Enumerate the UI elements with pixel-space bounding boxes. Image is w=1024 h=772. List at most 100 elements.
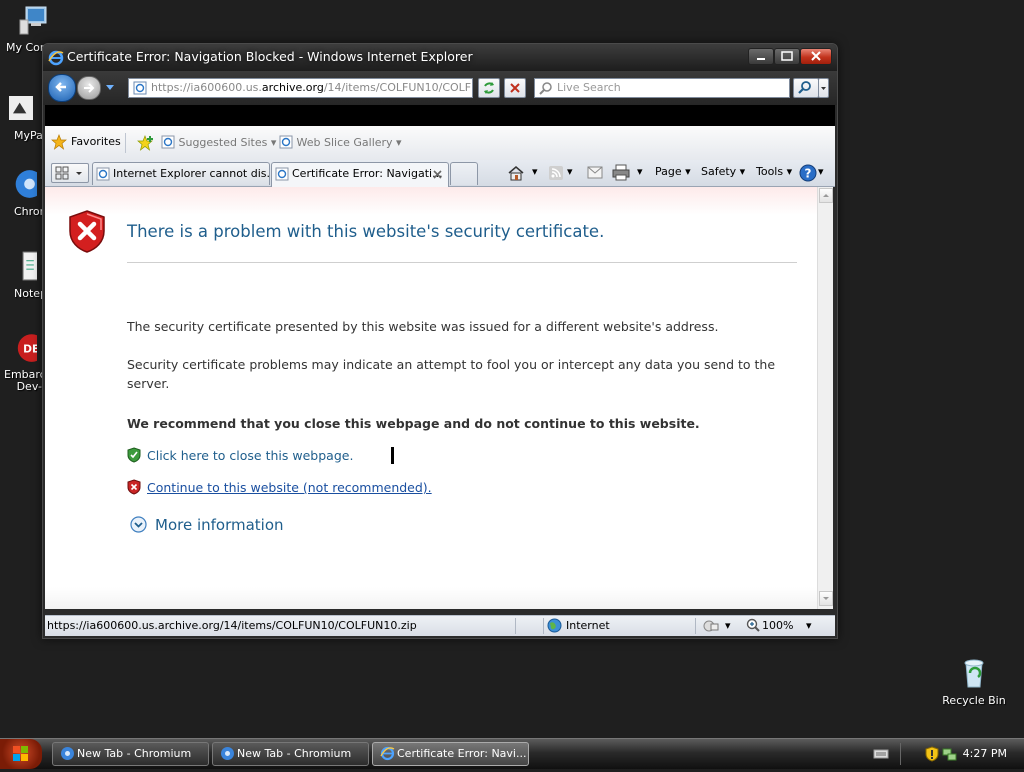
network-icon[interactable] xyxy=(942,746,958,762)
embarcadero-icon: DE xyxy=(17,334,46,362)
help-icon[interactable]: ? xyxy=(799,164,817,182)
chevron-down-icon xyxy=(823,597,829,600)
read-mail-icon[interactable] xyxy=(587,166,603,179)
zoom-level[interactable]: 100% xyxy=(762,616,793,635)
start-button[interactable] xyxy=(0,739,42,769)
search-button[interactable] xyxy=(793,78,819,98)
taskbar-internet-explorer[interactable]: Certificate Error: Navi... xyxy=(372,742,529,766)
close-tab-icon[interactable] xyxy=(432,169,443,180)
more-information-link[interactable]: More information xyxy=(155,516,284,534)
tab-label: Certificate Error: Navigati... xyxy=(292,167,443,180)
close-window-button[interactable] xyxy=(800,48,832,65)
refresh-button[interactable] xyxy=(478,78,500,98)
divider xyxy=(127,262,797,263)
ie-page-icon xyxy=(161,135,175,149)
ie-window: Certificate Error: Navigation Blocked - … xyxy=(42,43,838,639)
clock[interactable]: 4:27 PM xyxy=(963,747,1007,760)
back-arrow-icon xyxy=(55,82,66,92)
desktop-icon-label: MyPa xyxy=(14,129,43,142)
history-dropdown-icon[interactable] xyxy=(105,84,115,92)
home-dropdown-icon[interactable]: ▾ xyxy=(532,165,538,178)
address-domain: archive.org xyxy=(261,81,324,94)
page-menu-label: Page xyxy=(655,165,682,178)
safety-menu[interactable]: Safety ▾ xyxy=(701,165,745,178)
taskbar-chromium-2[interactable]: New Tab - Chromium xyxy=(212,742,369,766)
continue-to-website-link[interactable]: Continue to this website (not recommende… xyxy=(147,480,432,495)
recommendation-text: We recommend that you close this webpage… xyxy=(127,416,700,431)
web-slice-gallery-link[interactable]: Web Slice Gallery ▾ xyxy=(279,135,402,149)
desktop-icon-notepad[interactable]: Notep xyxy=(0,250,48,300)
stop-button[interactable] xyxy=(504,78,526,98)
paragraph-certificate-mismatch: The security certificate presented by th… xyxy=(127,319,719,334)
suggested-sites-link[interactable]: Suggested Sites ▾ xyxy=(161,135,276,149)
recycle-bin-icon xyxy=(964,659,984,688)
address-bar[interactable]: https://ia600600.us.archive.org/14/items… xyxy=(128,78,473,98)
back-button[interactable] xyxy=(48,74,76,102)
new-tab-button[interactable] xyxy=(450,162,478,185)
notepad-icon xyxy=(22,251,39,281)
zoom-dropdown-icon[interactable]: ▾ xyxy=(806,616,812,635)
expand-more-icon[interactable] xyxy=(130,516,147,533)
taskbar-chromium-1[interactable]: New Tab - Chromium xyxy=(52,742,209,766)
tools-menu[interactable]: Tools ▾ xyxy=(756,165,792,178)
rss-feed-icon[interactable] xyxy=(548,165,564,181)
tray-divider xyxy=(900,743,901,765)
forward-button[interactable] xyxy=(77,76,101,100)
ie-page-icon xyxy=(279,135,293,149)
scroll-down-button[interactable] xyxy=(819,591,833,606)
status-bar: https://ia600600.us.archive.org/14/items… xyxy=(45,615,835,636)
desktop-icon-recycle-bin[interactable]: Recycle Bin xyxy=(942,657,1006,707)
desktop-icon-label: Notep xyxy=(14,287,48,300)
red-shield-icon xyxy=(127,479,141,495)
favorites-bar: Favorites Suggested Sites ▾ Web Slice Ga… xyxy=(45,126,835,161)
print-dropdown-icon[interactable]: ▾ xyxy=(637,165,643,178)
keyboard-icon[interactable] xyxy=(873,748,889,760)
scroll-up-button[interactable] xyxy=(819,188,833,203)
status-divider xyxy=(515,618,516,634)
status-url: https://ia600600.us.archive.org/14/items… xyxy=(47,619,417,632)
close-webpage-link[interactable]: Click here to close this webpage. xyxy=(147,448,353,463)
internet-zone-icon xyxy=(547,618,562,633)
address-prefix: https://ia600600.us. xyxy=(151,81,262,94)
title-bar[interactable]: Certificate Error: Navigation Blocked - … xyxy=(43,44,837,71)
protected-mode-dropdown-icon[interactable]: ▾ xyxy=(725,616,731,635)
vertical-scrollbar[interactable] xyxy=(817,187,833,609)
tab-certificate-error[interactable]: Certificate Error: Navigati... xyxy=(271,162,449,187)
chromium-icon xyxy=(221,747,234,760)
page-heading: There is a problem with this website's s… xyxy=(127,222,605,241)
home-icon[interactable] xyxy=(507,165,525,181)
print-icon[interactable] xyxy=(612,164,630,181)
status-divider xyxy=(695,618,696,634)
ie-logo-icon xyxy=(48,50,64,66)
green-shield-icon xyxy=(127,447,141,463)
protected-mode-icon[interactable] xyxy=(703,618,719,633)
taskbar: New Tab - Chromium New Tab - Chromium Ce… xyxy=(0,738,1024,769)
security-zone-label: Internet xyxy=(566,619,610,632)
ie-logo-icon xyxy=(380,746,395,761)
taskbar-button-label: New Tab - Chromium xyxy=(77,747,192,760)
page-content: There is a problem with this website's s… xyxy=(45,187,817,609)
desktop-icon-chromium[interactable]: Chrom xyxy=(0,168,51,218)
taskbar-button-label: New Tab - Chromium xyxy=(237,747,352,760)
desktop-icon-embarcadero[interactable]: DE Embarc Dev- xyxy=(0,331,46,393)
tab-label: Internet Explorer cannot dis... xyxy=(113,167,270,180)
add-favorite-icon[interactable] xyxy=(137,135,155,151)
search-placeholder: Live Search xyxy=(557,81,621,94)
desktop-icon-label: Embarc Dev- xyxy=(4,368,46,393)
tab-ie-cannot-display[interactable]: Internet Explorer cannot dis... xyxy=(92,162,270,185)
zoom-icon[interactable] xyxy=(746,618,760,632)
search-input[interactable]: Live Search xyxy=(534,78,790,98)
desktop-icon-label: Chrom xyxy=(14,205,51,218)
maximize-button[interactable] xyxy=(774,48,800,65)
help-dropdown-icon[interactable]: ▾ xyxy=(818,165,824,178)
page-menu[interactable]: Page ▾ xyxy=(655,165,691,178)
quick-tabs-button[interactable] xyxy=(51,163,89,183)
minimize-button[interactable] xyxy=(748,48,774,65)
feed-dropdown-icon[interactable]: ▾ xyxy=(567,165,573,178)
favorites-button[interactable]: Favorites xyxy=(49,132,121,152)
security-center-icon[interactable] xyxy=(925,746,939,762)
desktop-icon-mypa[interactable]: MyPa xyxy=(0,92,43,142)
search-provider-icon xyxy=(539,82,552,95)
search-options-button[interactable] xyxy=(818,78,829,98)
web-slice-gallery-label: Web Slice Gallery xyxy=(296,136,393,149)
